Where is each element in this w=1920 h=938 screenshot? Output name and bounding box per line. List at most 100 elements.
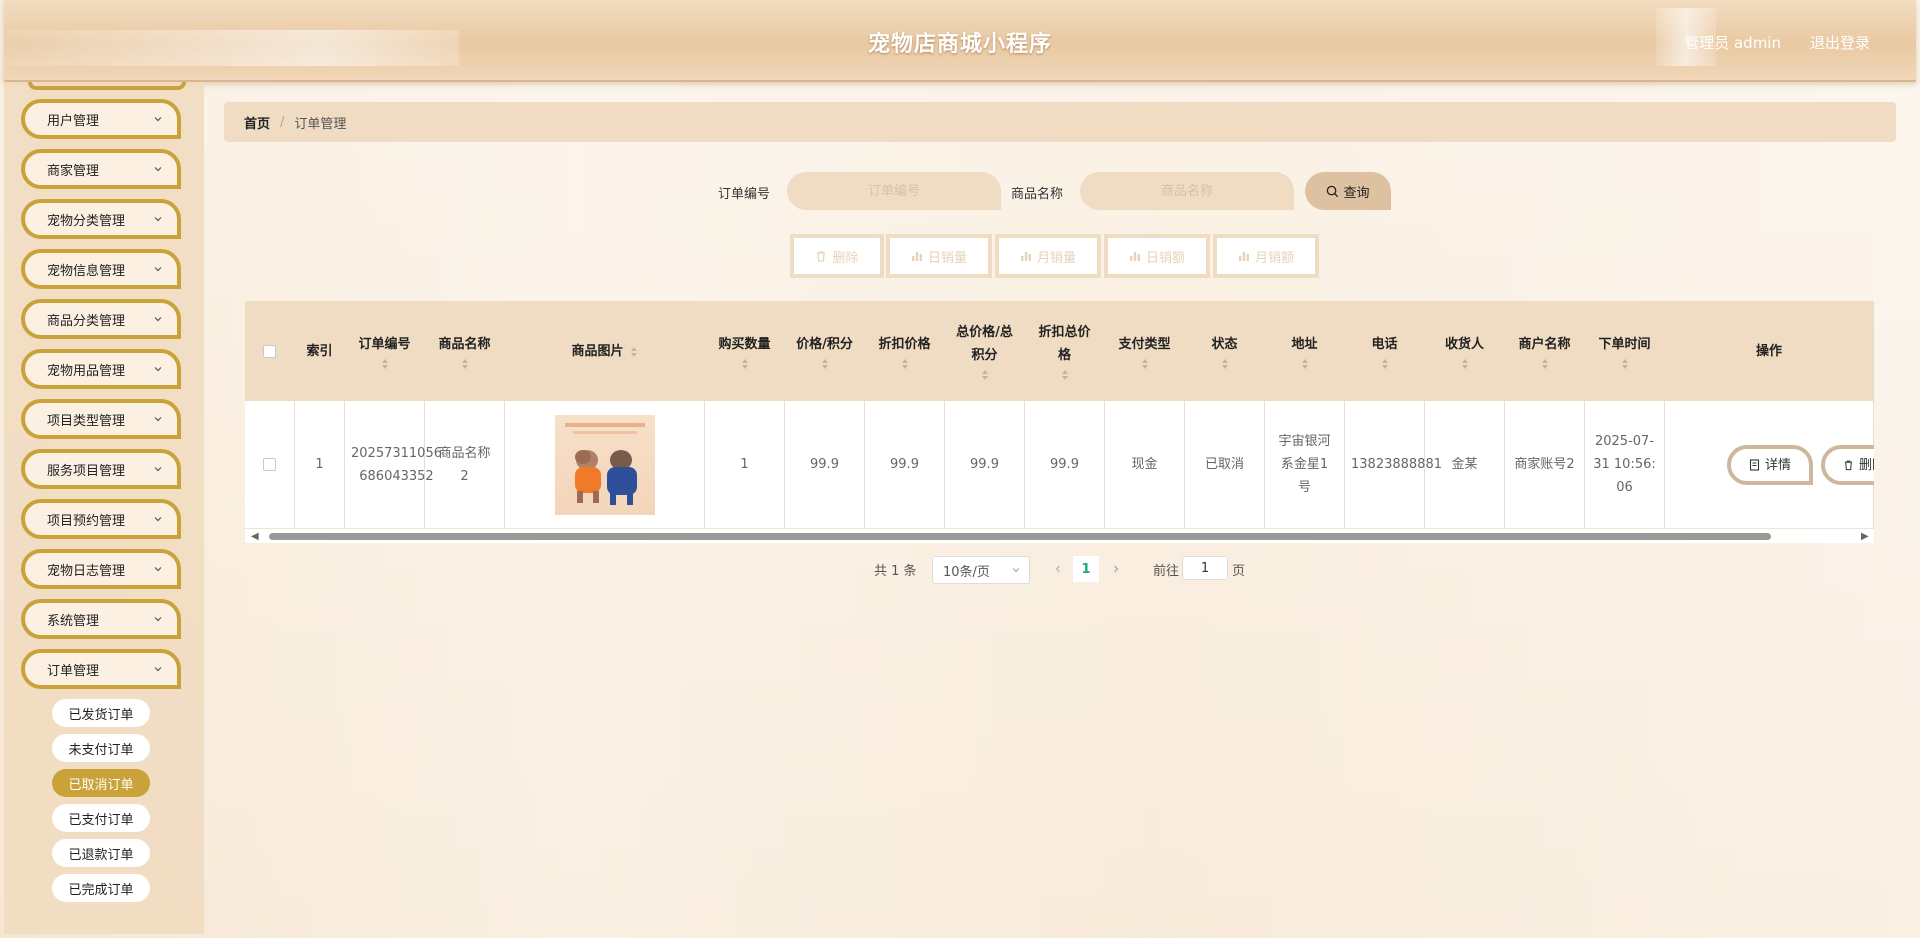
daily-sales-qty-label: 日销量	[927, 250, 967, 266]
column-header-label: 商品图片	[571, 343, 624, 359]
scroll-right-icon[interactable]: ▶	[1861, 531, 1869, 542]
delete-button[interactable]: 删除	[1821, 445, 1874, 485]
sort-icon[interactable]	[901, 358, 909, 370]
sidebar-menu-item[interactable]: 订单管理	[21, 649, 181, 689]
sidebar-menu-label: 系统管理	[47, 613, 100, 629]
next-page-button[interactable]	[1103, 556, 1129, 582]
scrollbar-thumb[interactable]	[269, 533, 1771, 540]
sidebar-menu-label: 项目类型管理	[47, 413, 126, 429]
column-header-check	[245, 301, 295, 401]
dog-photo-icon	[564, 422, 645, 505]
bar-chart-icon	[1238, 252, 1249, 261]
batch-delete-button[interactable]: 删除	[790, 234, 884, 278]
cell-total: 99.9	[945, 401, 1025, 528]
table-row: 1 20257311056686043352 商品名称2 1 99.9 99.9 99.9 9…	[245, 401, 1874, 529]
sidebar-menu-item[interactable]: 用户管理	[21, 99, 181, 139]
goods-name-input[interactable]	[1080, 172, 1294, 210]
sidebar-submenu-item[interactable]: 已支付订单	[52, 804, 150, 832]
chevron-down-icon	[154, 167, 162, 172]
cell-text: 现金	[1131, 457, 1158, 472]
monthly-sales-amount-button[interactable]: 月销额	[1213, 234, 1319, 278]
sort-icon[interactable]	[1381, 358, 1389, 370]
cell-text: 已取消	[1204, 457, 1244, 472]
sidebar-submenu-item[interactable]: 已取消订单	[52, 769, 150, 797]
sidebar-menu-item[interactable]: 商品分类管理	[21, 299, 181, 339]
column-header-label: 地址	[1291, 336, 1318, 352]
column-header-label: 订单编号	[358, 336, 411, 352]
cell-status: 已取消	[1185, 401, 1265, 528]
column-header-discount-total: 折扣总价格	[1025, 301, 1105, 401]
bar-chart-icon	[911, 252, 922, 261]
detail-label: 详情	[1764, 457, 1791, 473]
sidebar-submenu-item[interactable]: 未支付订单	[52, 734, 150, 762]
sort-icon[interactable]	[821, 358, 829, 370]
table-header: 索引 订单编号 商品名称 商品图片 购买数量 价格/积分 折扣价格 总价格/总积分 折扣总价格 支…	[245, 301, 1874, 401]
chevron-down-icon	[1012, 568, 1020, 573]
sidebar-menu-item[interactable]: 项目类型管理	[21, 399, 181, 439]
row-checkbox[interactable]	[263, 458, 276, 471]
column-header-label: 折扣价格	[878, 336, 931, 352]
sort-icon[interactable]	[461, 358, 469, 370]
order-no-input[interactable]	[787, 172, 1001, 210]
page-size-select[interactable]: 10条/页	[932, 556, 1030, 584]
cell-phone: 13823888881	[1345, 401, 1442, 528]
sort-icon[interactable]	[1221, 358, 1229, 370]
sort-icon[interactable]	[1461, 358, 1469, 370]
column-header-receiver: 收货人	[1425, 301, 1505, 401]
select-all-checkbox[interactable]	[263, 344, 276, 358]
sort-icon[interactable]	[1621, 358, 1629, 370]
sidebar-menu-label: 商家管理	[47, 163, 100, 179]
sidebar-menu-item[interactable]: 宠物用品管理	[21, 349, 181, 389]
sort-icon[interactable]	[981, 369, 989, 381]
sidebar-menu-item[interactable]: 宠物信息管理	[21, 249, 181, 289]
sidebar-menu-label: 商品分类管理	[47, 313, 126, 329]
sidebar-menu-label: 宠物分类管理	[47, 213, 126, 229]
sidebar-submenu-item[interactable]: 已完成订单	[52, 874, 150, 902]
sort-icon[interactable]	[1141, 358, 1149, 370]
sort-icon[interactable]	[1301, 358, 1309, 370]
sidebar-submenu-item[interactable]: 已退款订单	[52, 839, 150, 867]
sidebar-menu-item[interactable]: 宠物分类管理	[21, 199, 181, 239]
sidebar-menu-item[interactable]: 项目预约管理	[21, 499, 181, 539]
page-number-button[interactable]: 1	[1073, 556, 1099, 582]
chevron-down-icon	[154, 317, 162, 322]
logout-link[interactable]: 退出登录	[1810, 32, 1870, 53]
column-header-goods-image: 商品图片	[505, 301, 705, 401]
column-header-label: 索引	[306, 343, 333, 359]
sort-icon[interactable]	[1061, 369, 1069, 381]
sidebar-menu-item[interactable]: 商家管理	[21, 149, 181, 189]
sidebar-submenu-item[interactable]: 已发货订单	[52, 699, 150, 727]
query-button[interactable]: 查询	[1305, 172, 1391, 210]
cell-text: 99.9	[970, 457, 999, 472]
cell-quantity: 1	[705, 401, 785, 528]
prev-page-button[interactable]	[1045, 556, 1071, 582]
sidebar-menu-item[interactable]: 宠物日志管理	[21, 549, 181, 589]
breadcrumb-home[interactable]: 首页	[244, 113, 270, 132]
goto-page-input[interactable]	[1182, 556, 1228, 580]
column-header-pay-type: 支付类型	[1105, 301, 1185, 401]
sidebar-menu-label: 订单管理	[47, 663, 100, 679]
column-header-label: 商品名称	[438, 336, 491, 352]
sort-icon[interactable]	[381, 358, 389, 370]
column-header-label: 电话	[1371, 336, 1398, 352]
detail-button[interactable]: 详情	[1727, 445, 1813, 485]
trash-icon	[1844, 460, 1853, 471]
chevron-down-icon	[154, 417, 162, 422]
horizontal-scrollbar[interactable]: ◀ ▶	[245, 529, 1874, 543]
column-header-label: 购买数量	[718, 336, 771, 352]
sort-icon[interactable]	[630, 346, 638, 358]
scroll-left-icon[interactable]: ◀	[251, 531, 259, 542]
sort-icon[interactable]	[741, 358, 749, 370]
cell-text: 99.9	[810, 457, 839, 472]
sort-icon[interactable]	[1541, 358, 1549, 370]
goods-image[interactable]	[554, 414, 655, 515]
monthly-sales-qty-button[interactable]: 月销量	[995, 234, 1101, 278]
cell-goods-image	[505, 401, 705, 528]
sidebar-menu-label: 宠物信息管理	[47, 263, 126, 279]
daily-sales-amount-button[interactable]: 日销额	[1104, 234, 1210, 278]
daily-sales-qty-button[interactable]: 日销量	[886, 234, 992, 278]
column-header-index: 索引	[295, 301, 345, 401]
sidebar-menu-item[interactable]: 服务项目管理	[21, 449, 181, 489]
sidebar-menu-label: 项目预约管理	[47, 513, 126, 529]
sidebar-menu-item[interactable]: 系统管理	[21, 599, 181, 639]
